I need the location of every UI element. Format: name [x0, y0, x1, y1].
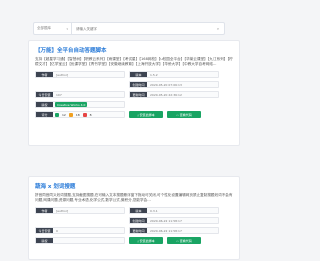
updated-value: 2020-06-22 11:58:17 — [150, 228, 182, 233]
download-icon: ⤓ — [137, 112, 139, 117]
count-value: 0 — [56, 228, 58, 233]
search-bar: 全部题库 ▾ ⌕ — [33, 22, 225, 35]
scope-dropdown[interactable]: 全部题库 ▾ — [34, 23, 72, 34]
author-value[interactable]: [author] — [53, 73, 71, 77]
updated-label: 更新时间 — [130, 92, 147, 98]
created-value: 2020-06-22 11:58:17 — [150, 218, 182, 223]
ok-count: 18 — [75, 112, 80, 117]
created-value: 2020-05-20 07:06:13 — [150, 82, 182, 87]
created-label: 创建时间 — [130, 82, 147, 88]
count-label: 今日安装 — [36, 228, 53, 234]
script-title[interactable]: 【万能】全平台自动答题脚本 — [35, 46, 233, 54]
author-field: 作者 [author] — [35, 71, 125, 79]
rating-stats: 12 18 8 — [55, 112, 92, 117]
script-description: 支持【超星学习通】【智慧树】【职教云系列】【雨课堂】【考试星】【168网校】【u… — [35, 57, 233, 67]
license-badge: Creative Works 4.0 — [55, 102, 88, 108]
view-code-button[interactable]: ‹› 查看代码 — [167, 237, 201, 245]
good-count: 12 — [62, 112, 66, 117]
version-label: 版本 — [130, 208, 147, 214]
license-field: 版权 Creative Works 4.0 — [35, 101, 125, 109]
updated-field: 更新时间 2020-06-22 11:58:17 — [129, 227, 219, 235]
author-label: 作者 — [36, 208, 53, 214]
created-label: 创建时间 — [130, 218, 147, 224]
download-icon: ⤓ — [137, 238, 139, 243]
created-field: 创建时间 2020-06-22 11:58:17 — [129, 217, 219, 225]
author-field: 作者 [author] — [35, 207, 125, 215]
view-code-label: 查看代码 — [179, 238, 192, 243]
version-field: 版本 1.5.2 — [129, 71, 219, 79]
updated-field: 更新时间 2020-05-20 22:36:12 — [129, 91, 219, 99]
page: 全部题库 ▾ ⌕ 【万能】全平台自动答题脚本 支持【超星学习通】【智慧树】【职教… — [0, 0, 268, 261]
script-description: 拼音同音同义划词搜题,支持截图搜题,在可输入文本搜题悬浮窗下拖动可关闭,可个性化… — [35, 193, 233, 203]
license-label: 版权 — [36, 102, 53, 108]
script-card: 蔬海 x 划词搜题 拼音同音同义划词搜题,支持截图搜题,在可输入文本搜题悬浮窗下… — [28, 176, 240, 260]
version-value: 0.3.1 — [150, 208, 158, 213]
bad-icon — [82, 112, 87, 117]
created-field: 创建时间 2020-05-20 07:06:13 — [129, 81, 219, 89]
scope-label: 全部题库 — [37, 26, 51, 30]
install-button[interactable]: ⤓ 安装此脚本 — [129, 111, 163, 119]
rating-field: 评分 12 18 8 — [35, 111, 125, 119]
good-icon — [55, 112, 59, 117]
rating-label: 评分 — [36, 112, 53, 118]
ok-icon — [68, 112, 73, 117]
count-field: 今日安装 0 — [35, 227, 125, 235]
install-button[interactable]: ⤓ 安装此脚本 — [129, 237, 163, 245]
updated-value: 2020-05-20 22:36:12 — [150, 92, 182, 97]
license-field: 版权 — [35, 237, 125, 245]
count-field: 今日安装 107 — [35, 91, 125, 99]
version-field: 版本 0.3.1 — [129, 207, 219, 215]
chevron-down-icon: ▾ — [66, 26, 68, 31]
view-code-button[interactable]: ‹› 查看代码 — [167, 111, 201, 119]
view-code-label: 查看代码 — [179, 112, 192, 117]
count-label: 今日安装 — [36, 92, 53, 98]
author-label: 作者 — [36, 72, 53, 78]
script-card: 【万能】全平台自动答题脚本 支持【超星学习通】【智慧树】【职教云系列】【雨课堂】… — [28, 40, 240, 146]
code-icon: ‹› — [176, 112, 179, 117]
install-label: 安装此脚本 — [139, 238, 155, 243]
updated-label: 更新时间 — [130, 228, 147, 234]
version-label: 版本 — [130, 72, 147, 78]
bad-count: 8 — [89, 112, 92, 117]
version-value: 1.5.2 — [150, 72, 158, 77]
author-value[interactable]: [author] — [53, 209, 71, 213]
search-input[interactable] — [72, 23, 212, 34]
install-label: 安装此脚本 — [139, 112, 155, 117]
license-label: 版权 — [36, 238, 53, 244]
count-value: 107 — [56, 92, 62, 97]
code-icon: ‹› — [176, 238, 179, 243]
script-title[interactable]: 蔬海 x 划词搜题 — [35, 182, 233, 190]
search-icon[interactable]: ⌕ — [212, 26, 224, 31]
